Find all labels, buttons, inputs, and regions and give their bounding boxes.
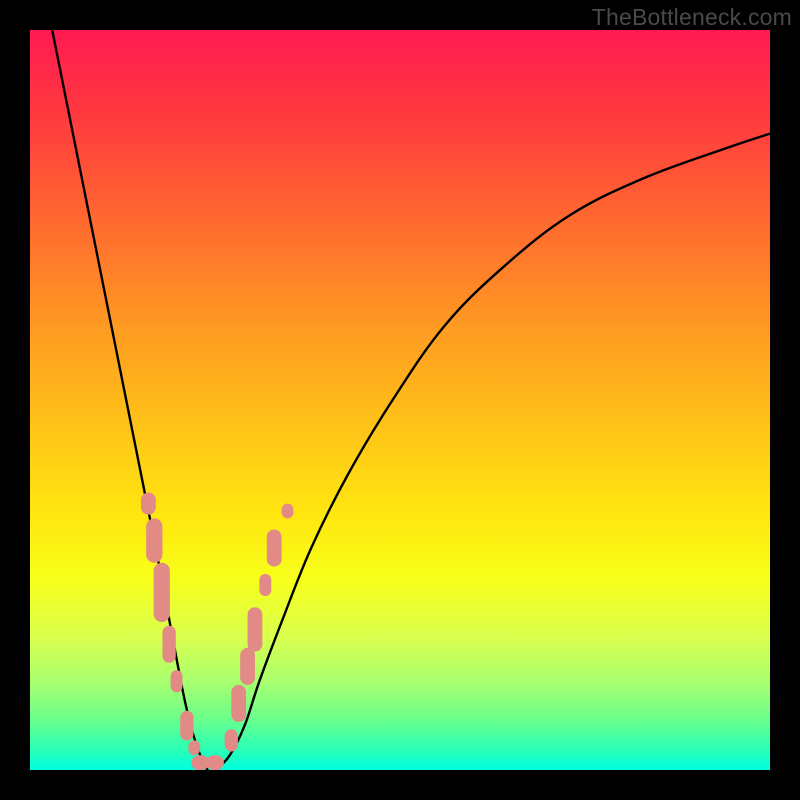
plot-background [30,30,770,770]
watermark-text: TheBottleneck.com [592,4,792,31]
outer-frame: TheBottleneck.com [0,0,800,800]
